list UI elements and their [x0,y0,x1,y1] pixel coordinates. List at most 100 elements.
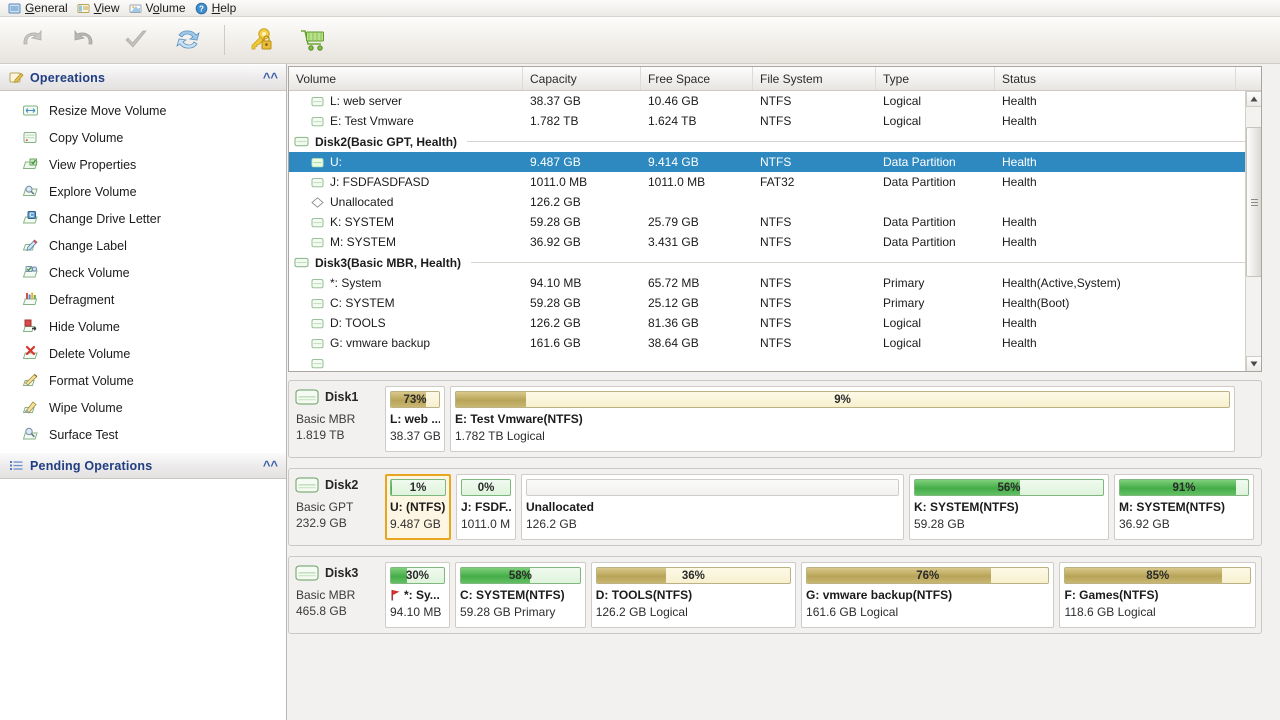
sidebar-item-surface-test[interactable]: Surface Test [0,421,286,448]
cell-capacity: 126.2 GB [530,316,581,330]
volume-icon [311,298,324,309]
partition-block[interactable]: 56% K: SYSTEM(NTFS) 59.28 GB [909,474,1109,540]
volume-label: U: [330,155,342,169]
column-header-file-system[interactable]: File System [753,67,876,90]
partition-label: M: SYSTEM(NTFS) [1119,500,1225,514]
sidebar-item-view-properties[interactable]: View Properties [0,151,286,178]
disk-group-row[interactable]: Disk2(Basic GPT, Health) [289,131,1261,152]
scrollbar-thumb[interactable] [1246,127,1261,277]
menu-item-view[interactable]: View [75,0,127,16]
table-row[interactable]: J: FSDFASDFASD 1011.0 MB 1011.0 MB FAT32 Dat… [289,172,1261,192]
scroll-down-arrow[interactable] [1246,356,1261,371]
volume-label: E: Test Vmware [330,114,414,128]
table-row[interactable]: M: SYSTEM 36.92 GB 3.431 GB NTFS Data Partit… [289,232,1261,252]
sidebar-item-explore-volume[interactable]: Explore Volume [0,178,286,205]
disk-panel[interactable]: Disk3 Basic MBR 465.8 GB 30% *: Sy... 94.10 M… [288,556,1262,634]
undo-button[interactable] [14,22,50,58]
column-header-free-space[interactable]: Free Space [641,67,753,90]
sidebar-item-change-drive-letter[interactable]: C Change Drive Letter [0,205,286,232]
disk-panel[interactable]: Disk2 Basic GPT 232.9 GB 1% U: (NTFS) 9.487 G… [288,468,1262,546]
chevron-up-icon[interactable]: ^^ [263,459,278,472]
sidebar-item-format-volume[interactable]: Format Volume [0,367,286,394]
hide-icon [22,318,39,335]
partition-title: F: Games(NTFS) [1064,588,1251,602]
cell-volume: J: FSDFASDFASD [289,175,523,189]
sidebar-item-wipe-volume[interactable]: Wipe Volume [0,394,286,421]
pending-operations-panel-header[interactable]: Pending Operations ^^ [0,452,286,479]
sidebar-item-change-label[interactable]: Change Label [0,232,286,259]
menu-item-volume[interactable]: Volume [127,0,193,16]
table-row[interactable]: Unallocated 126.2 GB [289,192,1261,212]
column-header-status[interactable]: Status [995,67,1236,90]
toolbar-separator [224,25,225,55]
partition-size: 126.2 GB [526,517,577,531]
cell-capacity: 161.6 GB [530,336,581,350]
check-volume-icon [22,264,39,281]
partition-block[interactable]: 58% C: SYSTEM(NTFS) 59.28 GB Primary [454,562,586,628]
partition-block[interactable]: 30% *: Sy... 94.10 MB [385,562,450,628]
buy-button[interactable] [295,22,331,58]
label-icon [22,237,39,254]
column-header-capacity[interactable]: Capacity [523,67,641,90]
menu-item-general[interactable]: General [6,0,75,16]
sidebar-item-delete-volume[interactable]: Delete Volume [0,340,286,367]
apply-button[interactable] [118,22,154,58]
cell-status: Health [1002,114,1037,128]
partition-block[interactable]: 91% M: SYSTEM(NTFS) 36.92 GB [1114,474,1254,540]
sidebar: Opereations ^^ Resize Move Volume Copy V… [0,64,287,720]
scrollbar-grip [1250,197,1258,208]
partition-block[interactable]: 85% F: Games(NTFS) 118.6 GB Logical [1059,562,1256,628]
cell-capacity: 1.782 TB [530,114,579,128]
column-header-type[interactable]: Type [876,67,995,90]
partition-block[interactable]: Unallocated 126.2 GB [521,474,904,540]
partition-block[interactable]: 0% J: FSDF... 1011.0 MB [456,474,516,540]
scroll-up-arrow[interactable] [1246,91,1261,107]
partition-block[interactable]: 76% G: vmware backup(NTFS) 161.6 GB Logica… [801,562,1055,628]
cell-free-space: 25.79 GB [648,215,699,229]
usage-percent: 9% [834,393,851,406]
sidebar-item-label: Hide Volume [49,319,120,334]
partition-block[interactable]: 9% E: Test Vmware(NTFS) 1.782 TB Logical [450,386,1235,452]
partition-block[interactable]: 36% D: TOOLS(NTFS) 126.2 GB Logical [590,562,797,628]
table-row-partial[interactable] [289,353,1261,371]
volume-label: C: SYSTEM [330,296,395,310]
column-header-volume[interactable]: Volume [289,67,523,90]
partition-label: E: Test Vmware(NTFS) [455,412,583,426]
sidebar-item-defragment[interactable]: Defragment [0,286,286,313]
cell-status: Health(Boot) [1002,296,1070,310]
register-button[interactable] [243,22,279,58]
chevron-up-icon[interactable]: ^^ [263,71,278,84]
partition-size: 59.28 GB [914,517,965,531]
table-row[interactable]: K: SYSTEM 59.28 GB 25.79 GB NTFS Data Partit… [289,212,1261,232]
table-row[interactable]: C: SYSTEM 59.28 GB 25.12 GB NTFS Primary Heal… [289,293,1261,313]
operations-panel-header[interactable]: Opereations ^^ [0,64,286,91]
sidebar-item-hide-volume[interactable]: Hide Volume [0,313,286,340]
table-row[interactable]: U: 9.487 GB 9.414 GB NTFS Data Partition Heal… [289,152,1261,172]
table-row[interactable]: L: web server 38.37 GB 10.46 GB NTFS Logical… [289,91,1261,111]
table-row[interactable]: G: vmware backup 161.6 GB 38.64 GB NTFS Logi… [289,333,1261,353]
partition-block[interactable]: 73% L: web ... 38.37 GB L [385,386,445,452]
refresh-button[interactable] [170,22,206,58]
table-vertical-scrollbar[interactable] [1245,91,1261,371]
partition-block[interactable]: 1% U: (NTFS) 9.487 GB [385,474,451,540]
redo-button[interactable] [66,22,102,58]
view-icon [77,2,90,15]
disk-panel[interactable]: Disk1 Basic MBR 1.819 TB 73% L: web ... 38.37… [288,380,1262,458]
menu-item-help[interactable]: ? Help [193,0,244,16]
resize-move-icon [22,102,39,119]
disk-size: 232.9 GB [296,516,347,530]
usage-bar: 1% [390,479,446,496]
usage-percent: 85% [1146,569,1170,582]
cell-file-system: NTFS [760,94,792,108]
column-header-filler [1236,67,1252,90]
table-row[interactable]: E: Test Vmware 1.782 TB 1.624 TB NTFS Logica… [289,111,1261,131]
sidebar-item-copy-volume[interactable]: Copy Volume [0,124,286,151]
usage-bar: 56% [914,479,1104,496]
disk-group-row[interactable]: Disk3(Basic MBR, Health) [289,252,1261,273]
table-row[interactable]: D: TOOLS 126.2 GB 81.36 GB NTFS Logical Healt… [289,313,1261,333]
sidebar-item-check-volume[interactable]: Check Volume [0,259,286,286]
usage-percent: 30% [405,569,429,582]
usage-bar: 58% [459,567,581,584]
table-row[interactable]: *: System 94.10 MB 65.72 MB NTFS Primary Heal… [289,273,1261,293]
sidebar-item-resize-move-volume[interactable]: Resize Move Volume [0,97,286,124]
